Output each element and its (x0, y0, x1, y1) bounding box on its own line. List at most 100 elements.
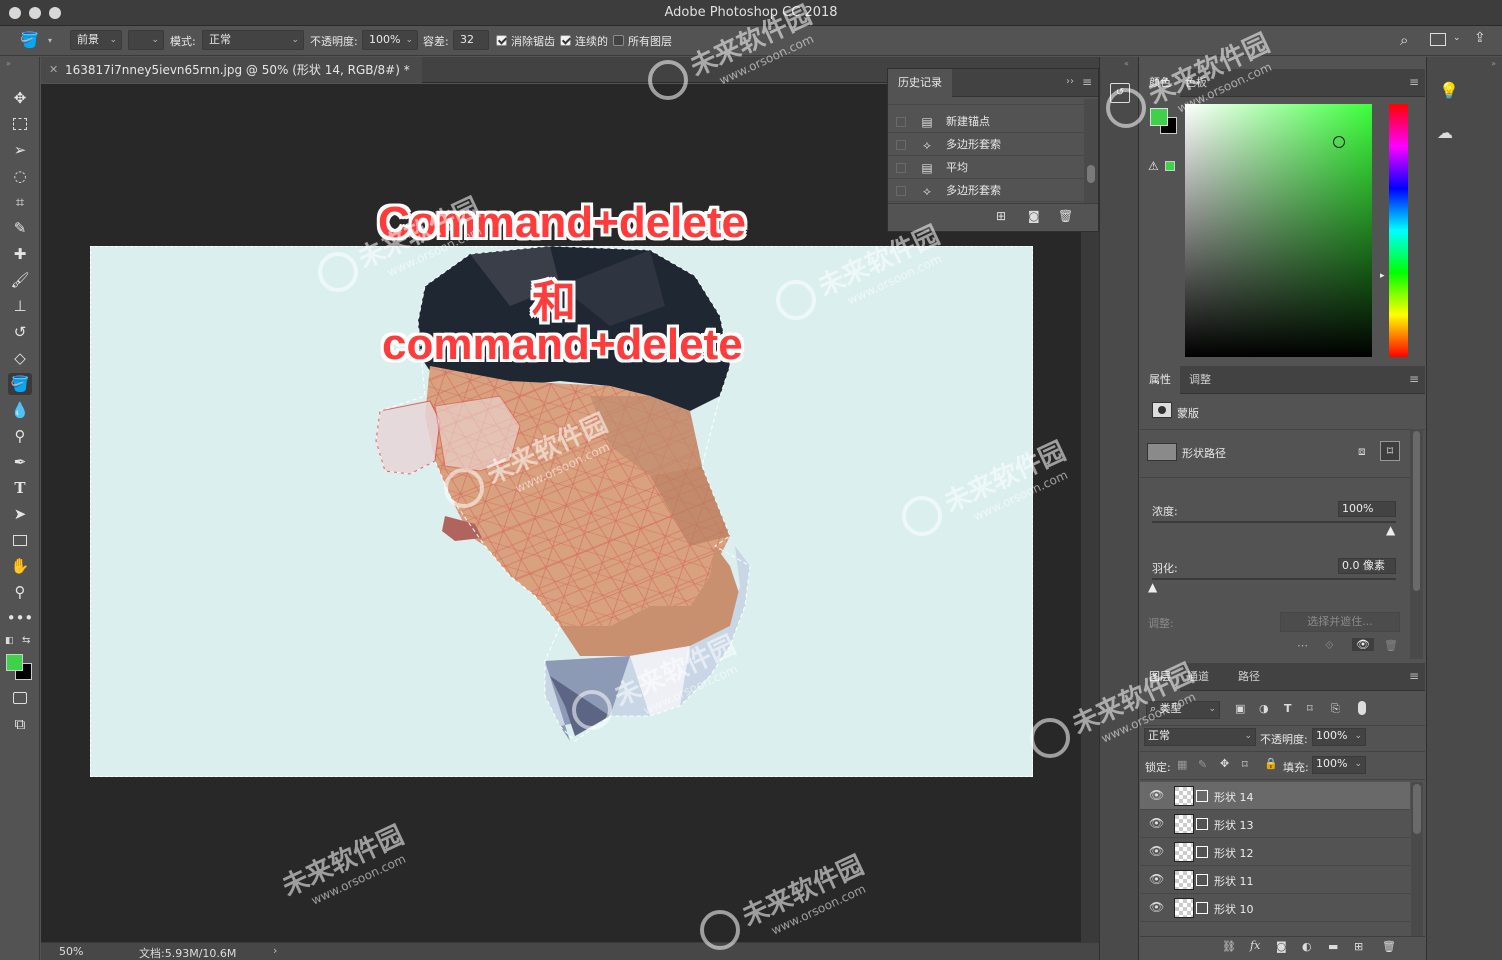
history-item[interactable]: ▤ 平均 (888, 157, 1084, 179)
libraries-icon[interactable]: ☁ (1437, 123, 1453, 142)
type-tool-icon[interactable]: T (8, 477, 32, 499)
fx-icon[interactable]: fx (1250, 939, 1260, 952)
tab-channels[interactable]: 通道 (1178, 663, 1218, 691)
eye-icon[interactable]: 👁 (1149, 900, 1164, 914)
default-colors-icon[interactable]: ◧ (5, 636, 14, 646)
select-and-mask-button[interactable]: 选择并遮住... (1280, 612, 1400, 632)
layer-row[interactable]: 👁 形状 12 (1140, 838, 1410, 866)
layer-thumbnail[interactable] (1174, 842, 1194, 862)
history-snapshot-checkbox[interactable] (896, 163, 906, 173)
color-picker-cursor[interactable] (1333, 136, 1345, 148)
lock-artboard-icon[interactable]: ⌑ (1242, 758, 1248, 771)
history-item[interactable]: ⟡ 多边形套索 (888, 134, 1084, 156)
add-mask-icon[interactable]: ◙ (1276, 940, 1287, 953)
apply-mask-icon[interactable]: ⟐ (1325, 639, 1334, 653)
feather-input[interactable]: 0.0 像素 (1338, 558, 1396, 574)
color-picker-field[interactable] (1185, 104, 1372, 357)
chevron-down-icon[interactable]: ⌄ (1453, 33, 1461, 43)
clone-stamp-tool-icon[interactable]: ⊥ (8, 295, 32, 317)
layers-scrollbar[interactable] (1411, 782, 1423, 937)
lightbulb-icon[interactable]: 💡 (1439, 81, 1459, 100)
hue-slider-handle[interactable]: ▸ (1380, 271, 1385, 281)
rectangle-tool-icon[interactable] (8, 529, 32, 551)
feather-slider[interactable] (1152, 578, 1396, 580)
layer-thumbnail[interactable] (1174, 898, 1194, 918)
properties-scrollbar[interactable] (1410, 429, 1423, 659)
load-selection-icon[interactable]: ⋯ (1297, 639, 1308, 652)
panel-menu-icon[interactable]: ≡ (1409, 75, 1419, 89)
vector-mask-icon[interactable] (1196, 902, 1208, 914)
panel-menu-icon[interactable]: ≡ (1409, 669, 1419, 683)
history-item[interactable]: ⟡ 多边形套索 (888, 180, 1084, 202)
layer-name[interactable]: 形状 14 (1214, 789, 1254, 805)
history-snapshot-checkbox[interactable] (896, 140, 906, 150)
pen-tool-icon[interactable]: ✒ (8, 451, 32, 473)
panel-menu-icon[interactable]: ≡ (1082, 75, 1092, 89)
crop-tool-icon[interactable]: ⌗ (8, 191, 32, 213)
lasso-tool-icon[interactable]: ➢ (8, 139, 32, 161)
foreground-color-swatch[interactable] (6, 654, 23, 671)
expand-panel-icon[interactable]: ›› (1066, 76, 1074, 87)
new-document-from-state-icon[interactable]: ⊞ (996, 209, 1006, 223)
vector-mask-icon[interactable] (1196, 874, 1208, 886)
history-brush-tool-icon[interactable]: ↺ (8, 321, 32, 343)
density-slider[interactable] (1152, 521, 1396, 523)
all-layers-checkbox[interactable] (613, 35, 624, 46)
layer-name[interactable]: 形状 11 (1214, 873, 1254, 889)
layer-filter-select[interactable]: ⌕ 类型 ⌄ (1146, 701, 1220, 719)
tab-paths[interactable]: 路径 (1229, 663, 1269, 691)
quick-mask-icon[interactable] (8, 687, 32, 709)
zoom-tool-icon[interactable]: ⚲ (8, 581, 32, 603)
eye-icon[interactable]: 👁 (1149, 816, 1164, 830)
chevron-right-icon[interactable]: › (273, 944, 277, 957)
eyedropper-tool-icon[interactable]: ✎ (8, 217, 32, 239)
edit-toolbar-icon[interactable]: ••• (7, 607, 34, 629)
properties-scroll-thumb[interactable] (1413, 431, 1420, 591)
antialias-checkbox[interactable] (496, 35, 507, 46)
tab-color[interactable]: 颜色 (1140, 69, 1180, 97)
tab-layers[interactable]: 图层 (1140, 663, 1180, 691)
document-tab[interactable]: ✕ 163817i7nney5ievn65rnn.jpg @ 50% (形状 1… (41, 57, 422, 83)
quick-selection-tool-icon[interactable]: ◌ (8, 165, 32, 187)
lock-image-icon[interactable]: ✎ (1198, 758, 1207, 771)
swap-colors-icon[interactable]: ⇆ (22, 635, 30, 646)
layers-scroll-thumb[interactable] (1413, 784, 1421, 834)
density-input[interactable]: 100% (1338, 501, 1396, 517)
filter-shape-icon[interactable]: ⌑ (1307, 702, 1313, 715)
layer-name[interactable]: 形状 10 (1214, 901, 1254, 917)
layer-name[interactable]: 形状 12 (1214, 845, 1254, 861)
close-icon[interactable]: ✕ (49, 57, 58, 83)
hue-slider[interactable] (1389, 104, 1408, 357)
workspace-icon[interactable] (1430, 33, 1446, 46)
link-layers-icon[interactable]: ⛓ (1222, 940, 1236, 953)
search-icon[interactable]: ⌕ (1400, 31, 1408, 49)
lock-transparent-icon[interactable]: ▦ (1177, 758, 1187, 771)
history-item[interactable]: ▤ 新建锚点 (888, 111, 1084, 133)
adjustment-layer-icon[interactable]: ◐ (1302, 940, 1312, 953)
feather-slider-handle[interactable]: ▲ (1148, 580, 1157, 594)
trash-icon[interactable]: 🗑 (1384, 639, 1398, 652)
collapse-dock-icon[interactable]: « (1124, 59, 1129, 68)
vector-mask-icon[interactable]: ⌑ (1380, 441, 1400, 461)
eye-icon[interactable]: 👁 (1149, 844, 1164, 858)
new-layer-icon[interactable]: ⊞ (1354, 940, 1363, 953)
healing-brush-tool-icon[interactable]: ✚ (8, 243, 32, 265)
tolerance-input[interactable]: 32 (453, 30, 489, 50)
color-foreground-swatch[interactable] (1150, 108, 1168, 126)
blend-mode-select[interactable]: 正常 ⌄ (1144, 728, 1256, 746)
vector-mask-icon[interactable] (1196, 818, 1208, 830)
dodge-tool-icon[interactable]: ⚲ (8, 425, 32, 447)
fill-input[interactable]: 100% ⌄ (1312, 756, 1366, 774)
filter-adjustment-icon[interactable]: ◑ (1259, 702, 1269, 715)
filter-type-icon[interactable]: T (1284, 702, 1292, 715)
contiguous-checkbox[interactable] (560, 35, 571, 46)
tool-preset-chevron-icon[interactable]: ▾ (48, 36, 52, 45)
filter-pixel-icon[interactable]: ▣ (1235, 702, 1245, 715)
hand-tool-icon[interactable]: ✋ (8, 555, 32, 577)
lock-position-icon[interactable]: ✥ (1220, 757, 1229, 770)
history-scrollbar[interactable] (1084, 99, 1098, 203)
warning-icon[interactable]: ⚠ (1148, 159, 1159, 173)
layer-name[interactable]: 形状 13 (1214, 817, 1254, 833)
select-mask-icon[interactable]: ⧈ (1358, 444, 1366, 459)
camera-icon[interactable]: ◙ (1028, 209, 1040, 223)
